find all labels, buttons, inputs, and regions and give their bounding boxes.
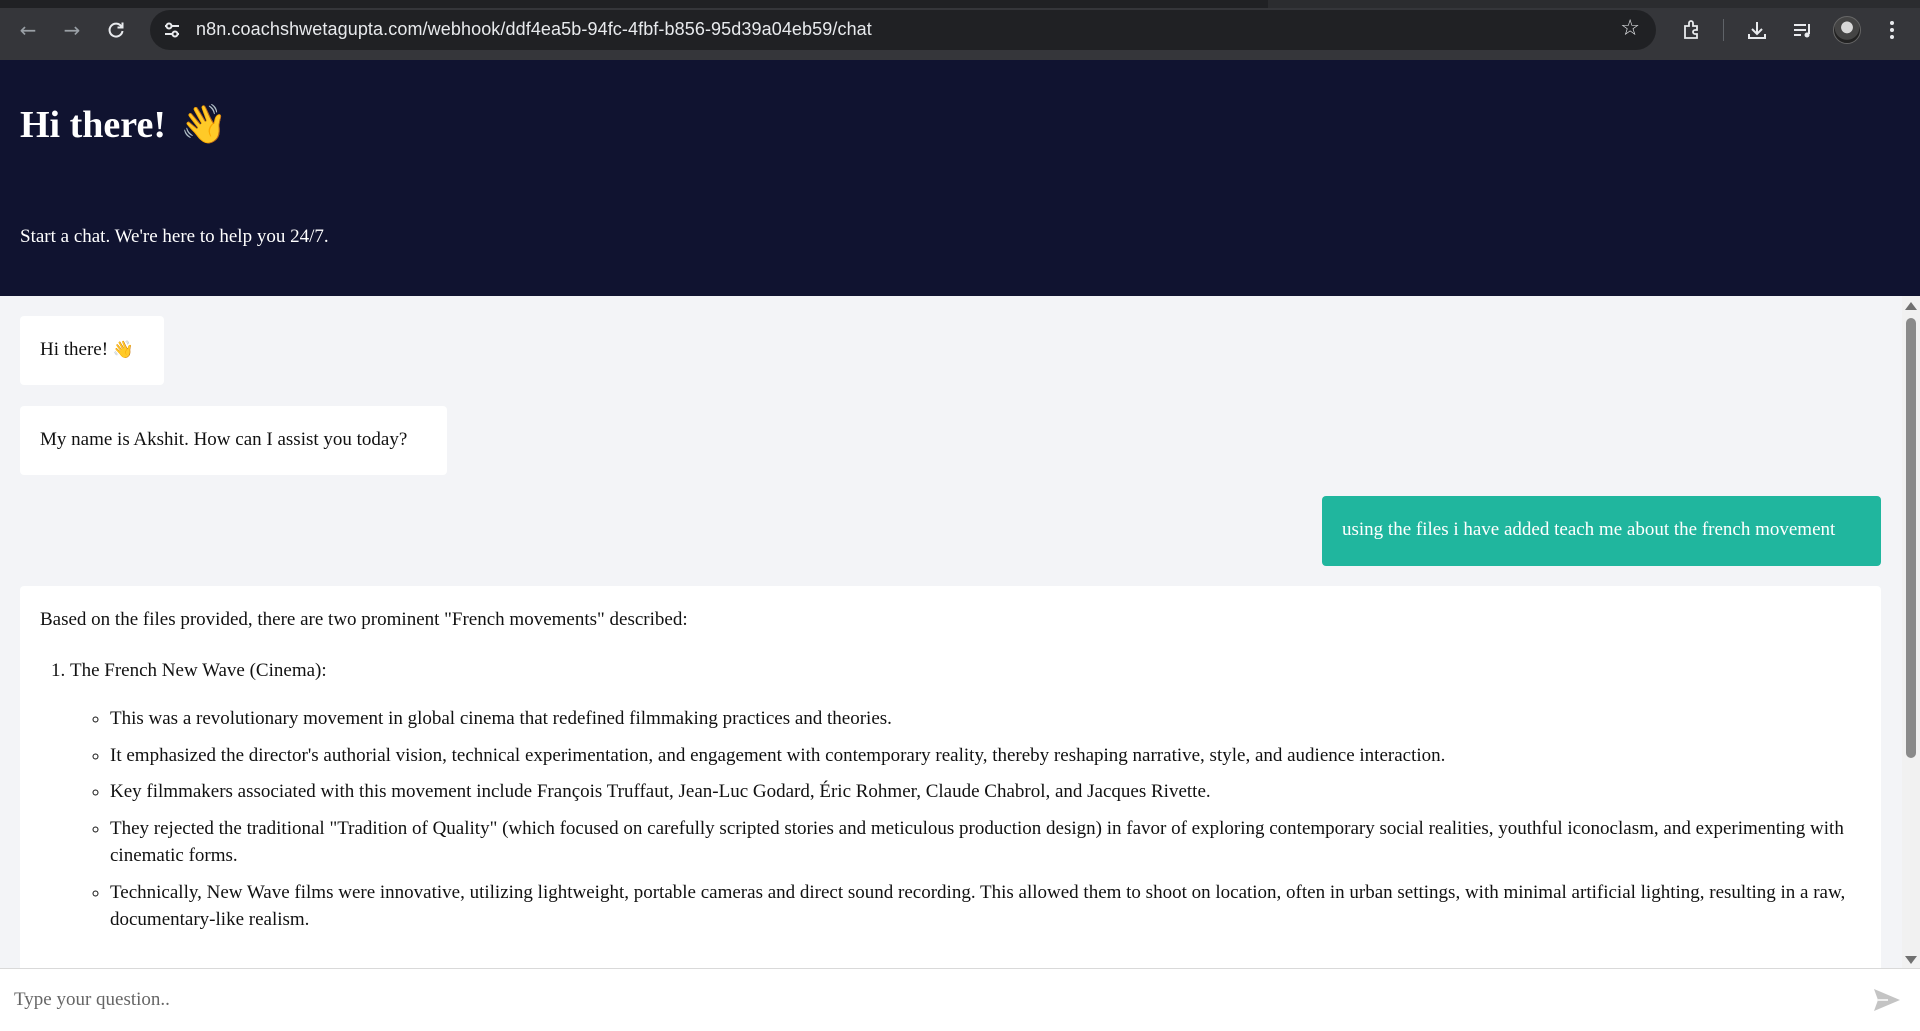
bullet-item: They rejected the traditional "Tradition… bbox=[110, 815, 1861, 870]
wave-emoji-icon: 👋 bbox=[179, 102, 228, 146]
toolbar-divider bbox=[1723, 19, 1724, 41]
download-icon[interactable] bbox=[1741, 14, 1773, 46]
question-input[interactable] bbox=[14, 981, 1854, 1019]
bullet-item: Key filmmakers associated with this move… bbox=[110, 778, 1861, 806]
bookmark-star-icon[interactable]: ☆ bbox=[1620, 16, 1640, 41]
bullet-item: This was a revolutionary movement in glo… bbox=[110, 705, 1861, 733]
bullet-item: It emphasized the director's authorial v… bbox=[110, 742, 1861, 770]
message-text: using the files i have added teach me ab… bbox=[1342, 519, 1836, 540]
message-text: Hi there! bbox=[40, 339, 109, 360]
scroll-down-arrow-icon[interactable] bbox=[1905, 956, 1917, 964]
tab-strip bbox=[0, 0, 1920, 8]
profile-avatar[interactable] bbox=[1833, 16, 1861, 44]
reload-icon[interactable] bbox=[100, 14, 132, 46]
bullet-item: Technically, New Wave films were innovat… bbox=[110, 879, 1861, 934]
list-item: The French New Wave (Cinema): This was a… bbox=[70, 657, 1861, 934]
media-controls-icon[interactable] bbox=[1786, 14, 1818, 46]
chat-header: Hi there! 👋 Start a chat. We're here to h… bbox=[0, 60, 1920, 296]
bot-message: Based on the files provided, there are t… bbox=[20, 586, 1881, 968]
browser-toolbar: ← → n8n.coachshwetagupta.com/webhook/ddf… bbox=[0, 0, 1920, 60]
bullet-list: This was a revolutionary movement in glo… bbox=[110, 705, 1861, 934]
bot-message: Hi there! 👋 bbox=[20, 316, 164, 385]
address-bar[interactable]: n8n.coachshwetagupta.com/webhook/ddf4ea5… bbox=[150, 10, 1656, 50]
bot-message: My name is Akshit. How can I assist you … bbox=[20, 406, 447, 475]
message-scrollbar[interactable] bbox=[1902, 296, 1920, 968]
list-item-heading: The French New Wave (Cinema): bbox=[70, 659, 327, 681]
header-title: Hi there! 👋 bbox=[20, 102, 227, 147]
forward-icon[interactable]: → bbox=[56, 14, 88, 46]
message-text: My name is Akshit. How can I assist you … bbox=[40, 429, 408, 450]
site-settings-icon[interactable] bbox=[162, 20, 182, 40]
extensions-icon[interactable] bbox=[1676, 14, 1708, 46]
message-list[interactable]: Hi there! 👋 My name is Akshit. How can I… bbox=[0, 296, 1902, 968]
scroll-up-arrow-icon[interactable] bbox=[1905, 302, 1917, 310]
user-message: using the files i have added teach me ab… bbox=[1322, 496, 1881, 566]
header-subtitle: Start a chat. We're here to help you 24/… bbox=[20, 226, 329, 247]
url-text[interactable]: n8n.coachshwetagupta.com/webhook/ddf4ea5… bbox=[196, 19, 872, 40]
header-title-text: Hi there! bbox=[20, 104, 166, 146]
chat-input-bar bbox=[0, 968, 1920, 1031]
more-menu-icon[interactable] bbox=[1876, 14, 1908, 46]
scrollbar-thumb[interactable] bbox=[1906, 318, 1916, 758]
back-icon[interactable]: ← bbox=[12, 14, 44, 46]
ordered-list: The French New Wave (Cinema): This was a… bbox=[70, 657, 1861, 934]
send-icon[interactable] bbox=[1872, 987, 1902, 1013]
message-intro: Based on the files provided, there are t… bbox=[40, 609, 688, 630]
wave-emoji-icon: 👋 bbox=[112, 340, 134, 360]
